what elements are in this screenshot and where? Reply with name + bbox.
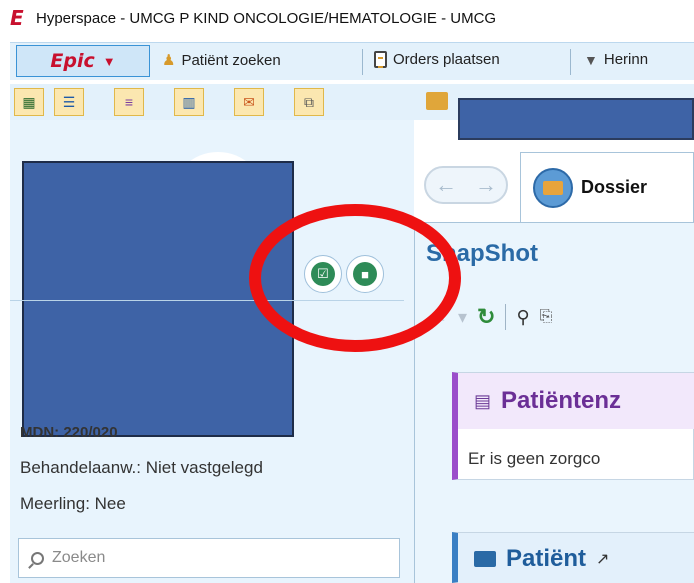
redacted-patient-info — [22, 161, 294, 437]
id-card-icon — [474, 550, 496, 567]
chevron-down-icon: ▼ — [102, 53, 116, 69]
window-title: Hyperspace - UMCG P KIND ONCOLOGIE/HEMAT… — [36, 10, 497, 27]
calendar-button[interactable]: ▦ — [14, 88, 44, 116]
reminders-label: Herinn — [603, 51, 649, 68]
video-icon: ■ — [353, 262, 377, 286]
list-icon: ≡ — [124, 94, 134, 110]
toolbar-divider — [362, 49, 363, 75]
place-orders-button[interactable]: Orders plaatsen — [374, 51, 500, 68]
checklist-icon: ☑ — [311, 262, 335, 286]
epic-logo: E — [10, 6, 24, 30]
treatment-label: Behandelaanw.: Niet vastgelegd — [20, 458, 263, 477]
epic-menu-button[interactable]: Epic ▼ — [16, 45, 150, 77]
patient-list-icon: ☰ — [62, 93, 76, 110]
binoculars-icon[interactable]: ⚲ — [516, 307, 529, 328]
external-link-icon[interactable]: ↗ — [596, 549, 609, 569]
patient-list-button[interactable]: ☰ — [54, 88, 84, 116]
epic-button-label: Epic — [50, 50, 95, 72]
divider — [10, 300, 404, 301]
person-search-icon: ♟ — [162, 52, 176, 69]
chart-icon: ▥ — [182, 93, 196, 110]
copy-icon[interactable]: ⎘ — [540, 308, 553, 326]
title-bar: E Hyperspace - UMCG P KIND ONCOLOGIE/HEM… — [0, 0, 694, 36]
funnel-icon: ▼ — [584, 51, 598, 68]
mrn-label: MDN: 220/020 — [20, 424, 118, 441]
note-icon: ▤ — [474, 390, 492, 411]
calendar-icon: ▦ — [22, 93, 36, 110]
search-icon — [31, 551, 44, 565]
back-icon[interactable]: ← — [430, 307, 448, 328]
toolbar-divider — [505, 304, 507, 330]
multiple-birth-label: Meerling: Nee — [20, 494, 126, 513]
checklist-button[interactable]: ☑ — [304, 255, 342, 293]
reminders-button[interactable]: ▼ Herinn — [584, 51, 648, 68]
list-button[interactable]: ≡ — [114, 88, 144, 116]
patient-card-title: Patiënt — [506, 544, 587, 572]
chevron-down-icon[interactable]: ▾ — [458, 307, 467, 328]
care-team-card-title: Patiëntenz — [501, 387, 622, 414]
tab-dossier-label: Dossier — [581, 177, 648, 197]
search-input[interactable] — [52, 549, 352, 567]
forward-arrow-icon[interactable]: → — [475, 172, 497, 198]
inbasket-button[interactable]: ✉ — [234, 88, 264, 116]
toolbar-divider — [570, 49, 571, 75]
patient-search-label: Patiënt zoeken — [181, 51, 281, 69]
page-title: SnapShot — [426, 240, 538, 267]
snapshot-toolbar: ← ▾ ↻ ⚲ ⎘ — [430, 304, 552, 330]
windows-icon: ⧉ — [304, 93, 314, 110]
history-nav: ← → — [424, 166, 508, 204]
back-arrow-icon[interactable]: ← — [435, 172, 457, 198]
dossier-icon — [533, 167, 573, 208]
care-team-card-body: Er is geen zorgco — [468, 449, 601, 468]
folder-icon[interactable] — [426, 92, 448, 110]
video-button[interactable]: ■ — [346, 255, 384, 293]
care-team-card: ▤ Patiëntenz Er is geen zorgco — [452, 372, 694, 480]
patient-card: Patiënt ↗ — [452, 532, 694, 583]
chart-button[interactable]: ▥ — [174, 88, 204, 116]
envelope-icon: ✉ — [243, 93, 255, 110]
windows-button[interactable]: ⧉ — [294, 88, 324, 116]
patient-card-header[interactable]: Patiënt ↗ — [458, 533, 694, 583]
place-orders-label: Orders plaatsen — [393, 51, 500, 68]
clipboard-icon — [374, 51, 387, 68]
care-team-card-header[interactable]: ▤ Patiëntenz — [458, 373, 694, 429]
main-toolbar: Epic ▼ ♟ Patiënt zoeken Orders plaatsen … — [10, 42, 694, 80]
patient-header-icons: ☑ ■ — [304, 255, 384, 293]
redacted-area — [458, 98, 694, 140]
patient-search-button[interactable]: ♟ Patiënt zoeken — [162, 51, 281, 70]
search-field[interactable] — [18, 538, 400, 578]
tab-dossier[interactable]: Dossier — [520, 152, 694, 222]
refresh-icon[interactable]: ↻ — [477, 304, 495, 330]
